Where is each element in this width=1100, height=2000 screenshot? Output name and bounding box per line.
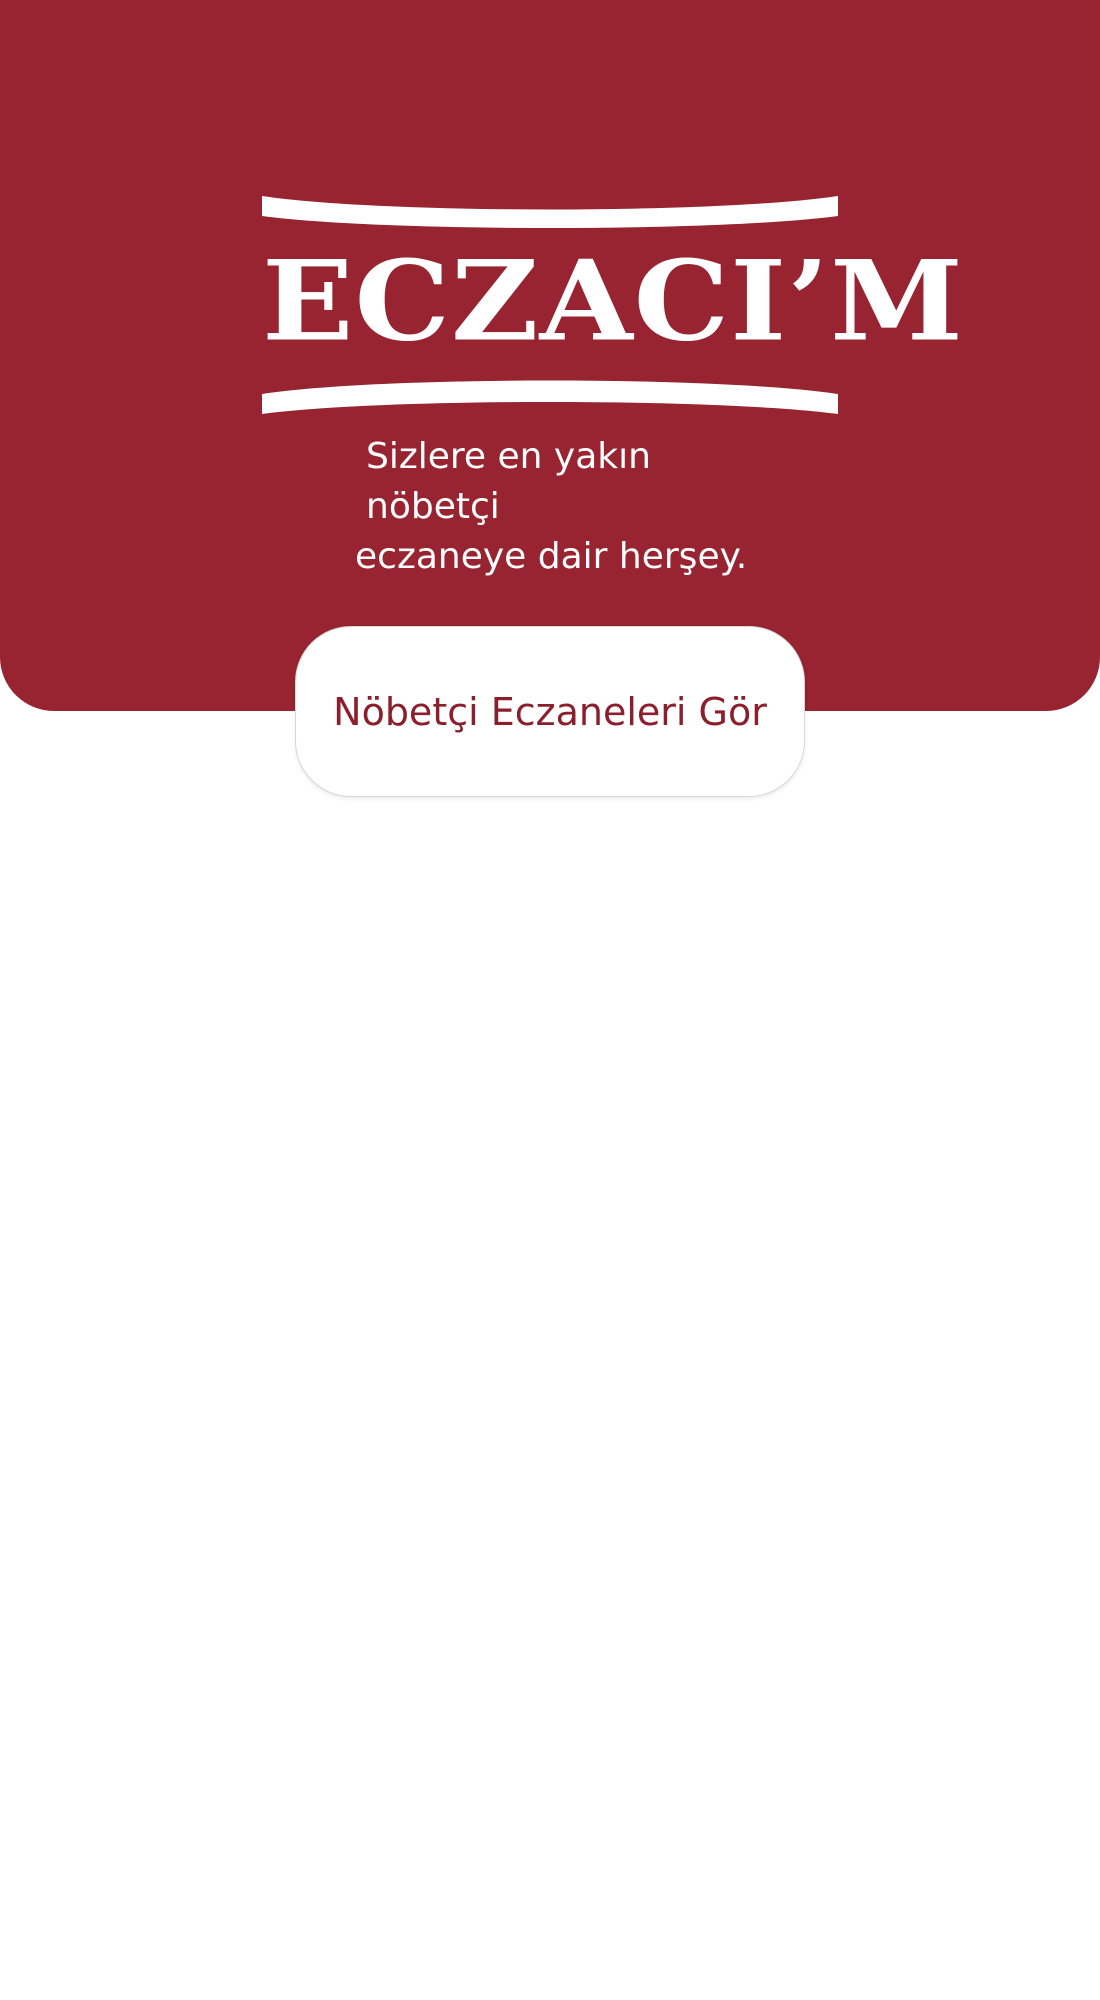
logo-wordmark: ECZACI’M xyxy=(262,236,964,367)
tagline-line-2: eczaneye dair herşey. xyxy=(355,536,748,577)
app-logo: ECZACI’M xyxy=(262,196,964,414)
hero-banner: ECZACI’M Sizlere en yakın nöbetçi eczane… xyxy=(0,0,1100,711)
tagline-line-1: Sizlere en yakın nöbetçi xyxy=(366,436,651,527)
view-on-duty-pharmacies-button[interactable]: Nöbetçi Eczaneleri Gör xyxy=(295,626,805,797)
tagline: Sizlere en yakın nöbetçi eczaneye dair h… xyxy=(355,432,785,582)
splash-screen: ECZACI’M Sizlere en yakın nöbetçi eczane… xyxy=(0,0,1100,2000)
